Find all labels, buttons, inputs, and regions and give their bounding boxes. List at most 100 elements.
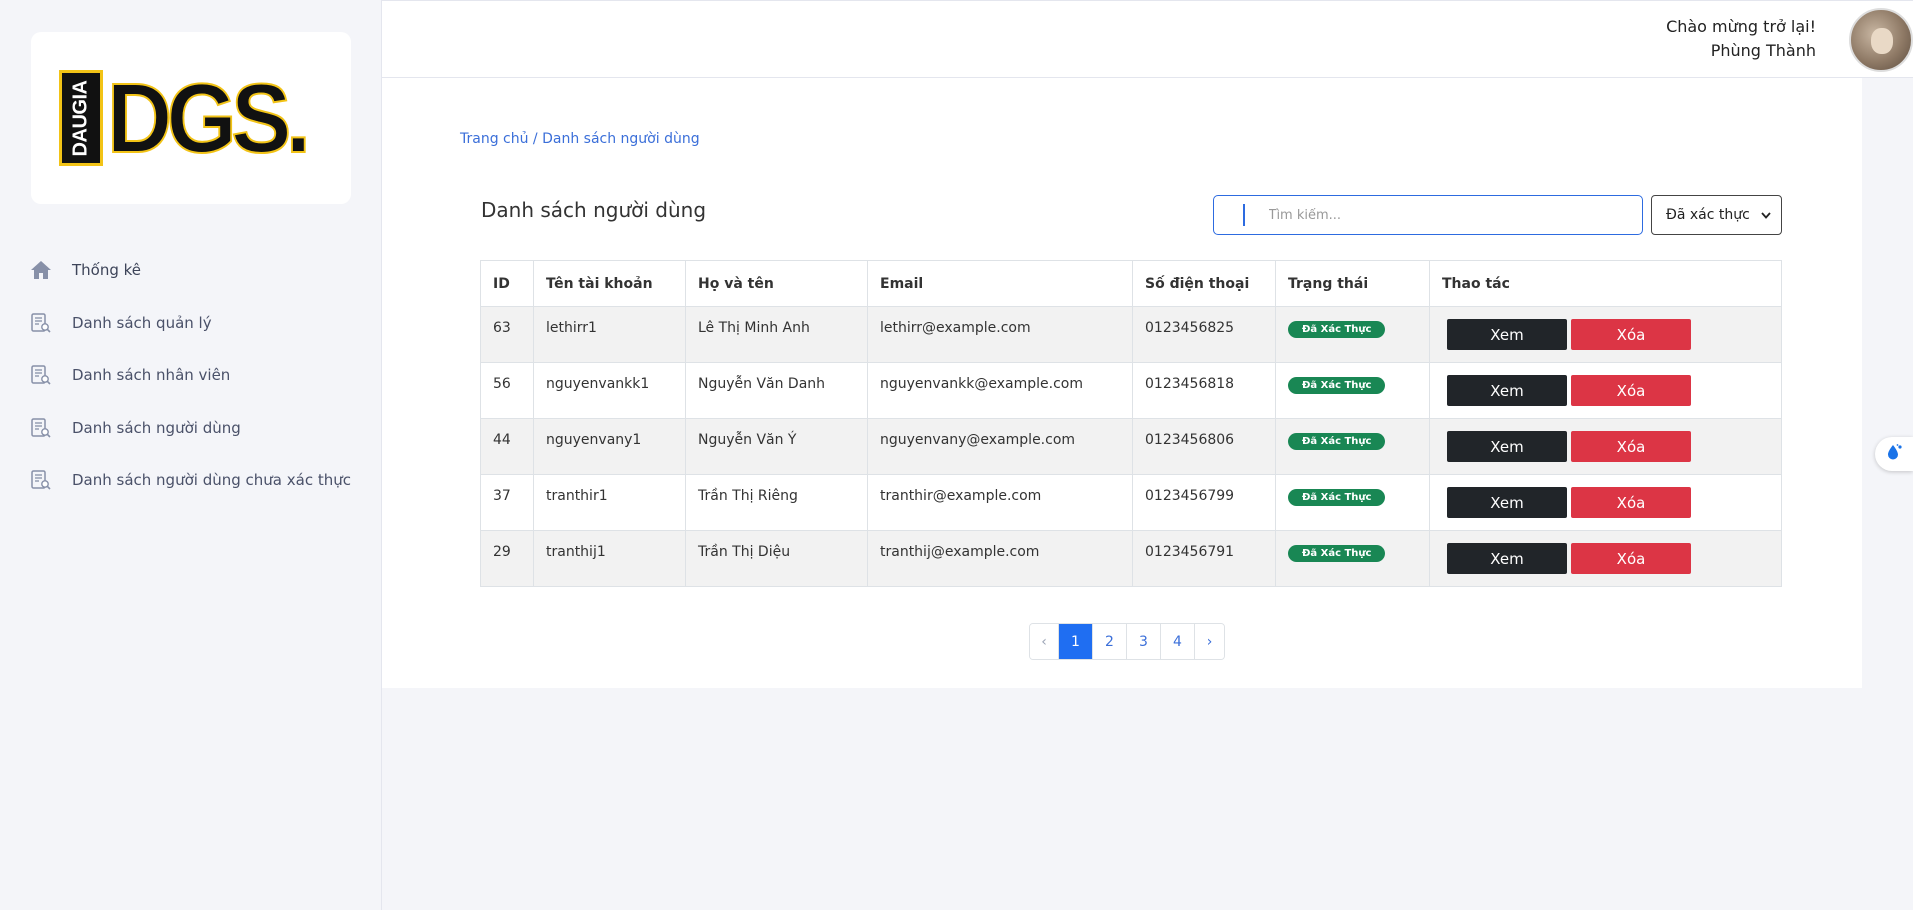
list-search-icon bbox=[30, 312, 52, 334]
logo-card[interactable]: DAUGIA DGS. bbox=[31, 32, 351, 204]
sidebar-item-label: Danh sách quản lý bbox=[72, 313, 212, 332]
column-header-actions: Thao tác bbox=[1429, 260, 1782, 307]
logo-main-text: DGS. bbox=[106, 63, 312, 173]
prev-page-button[interactable]: ‹ bbox=[1030, 624, 1058, 659]
droplet-icon bbox=[1884, 442, 1904, 466]
status-filter-select[interactable]: Đã xác thực bbox=[1651, 195, 1782, 235]
view-button[interactable]: Xem bbox=[1447, 431, 1567, 462]
status-badge: Đã Xác Thực bbox=[1288, 377, 1386, 394]
cell-phone: 0123456799 bbox=[1132, 474, 1276, 531]
cell-phone: 0123456806 bbox=[1132, 418, 1276, 475]
cell-status: Đã Xác Thực bbox=[1275, 418, 1430, 475]
cell-email: nguyenvany@example.com bbox=[867, 418, 1133, 475]
table-row: 29 tranthij1 Trần Thị Diệu tranthij@exam… bbox=[480, 530, 1782, 587]
welcome-greeting: Chào mừng trở lại! bbox=[1666, 17, 1816, 36]
column-header-fullname: Họ và tên bbox=[685, 260, 868, 307]
user-name: Phùng Thành bbox=[1710, 41, 1816, 60]
breadcrumb[interactable]: Trang chủ / Danh sách người dùng bbox=[460, 131, 700, 147]
page-button-3[interactable]: 3 bbox=[1126, 624, 1160, 659]
welcome-block: Chào mừng trở lại! Phùng Thành bbox=[1666, 15, 1816, 63]
column-header-username: Tên tài khoản bbox=[533, 260, 686, 307]
delete-button[interactable]: Xóa bbox=[1571, 487, 1691, 518]
sidebar-item-label: Danh sách nhân viên bbox=[72, 366, 231, 385]
cell-phone: 0123456818 bbox=[1132, 362, 1276, 419]
sidebar-item-label: Danh sách người dùng bbox=[72, 418, 241, 437]
search-box[interactable] bbox=[1213, 195, 1643, 235]
status-badge: Đã Xác Thực bbox=[1288, 545, 1386, 562]
column-header-email: Email bbox=[867, 260, 1133, 307]
list-search-icon bbox=[30, 417, 52, 439]
cell-username: lethirr1 bbox=[533, 306, 686, 363]
column-header-id: ID bbox=[480, 260, 534, 307]
cell-actions: Xem Xóa bbox=[1429, 306, 1782, 363]
search-input[interactable] bbox=[1268, 207, 1629, 223]
logo-vertical-text: DAUGIA bbox=[69, 80, 92, 156]
cell-id: 44 bbox=[480, 418, 534, 475]
top-header: Chào mừng trở lại! Phùng Thành bbox=[382, 0, 1913, 78]
text-cursor bbox=[1243, 204, 1245, 226]
status-filter-value: Đã xác thực bbox=[1666, 207, 1750, 223]
table-row: 56 nguyenvankk1 Nguyễn Văn Danh nguyenva… bbox=[480, 362, 1782, 419]
view-button[interactable]: Xem bbox=[1447, 319, 1567, 350]
logo-vertical-block: DAUGIA bbox=[59, 70, 104, 166]
cell-fullname: Nguyễn Văn Ý bbox=[685, 418, 868, 475]
pagination: ‹ 1 2 3 4 › bbox=[1029, 623, 1225, 660]
cell-username: nguyenvankk1 bbox=[533, 362, 686, 419]
floating-droplet-button[interactable] bbox=[1875, 437, 1913, 471]
chevron-down-icon bbox=[1761, 209, 1771, 222]
column-header-status: Trạng thái bbox=[1275, 260, 1430, 307]
sidebar-item-employees[interactable]: Danh sách nhân viên bbox=[0, 349, 382, 402]
delete-button[interactable]: Xóa bbox=[1571, 375, 1691, 406]
page-title: Danh sách người dùng bbox=[481, 198, 707, 222]
status-badge: Đã Xác Thực bbox=[1288, 433, 1386, 450]
sidebar-nav: Thống kê Danh sách quản lý Danh sách nhâ… bbox=[0, 244, 382, 507]
next-page-button[interactable]: › bbox=[1194, 624, 1224, 659]
page-button-1[interactable]: 1 bbox=[1058, 624, 1092, 659]
status-badge: Đã Xác Thực bbox=[1288, 489, 1386, 506]
sidebar-item-users[interactable]: Danh sách người dùng bbox=[0, 402, 382, 455]
table-row: 44 nguyenvany1 Nguyễn Văn Ý nguyenvany@e… bbox=[480, 418, 1782, 475]
column-header-phone: Số điện thoại bbox=[1132, 260, 1276, 307]
list-search-icon bbox=[30, 469, 52, 491]
users-table: ID Tên tài khoản Họ và tên Email Số điện… bbox=[480, 260, 1782, 587]
table-header-row: ID Tên tài khoản Họ và tên Email Số điện… bbox=[480, 260, 1782, 307]
sidebar-item-unverified-users[interactable]: Danh sách người dùng chưa xác thực bbox=[0, 454, 382, 507]
cell-email: tranthij@example.com bbox=[867, 530, 1133, 587]
cell-id: 63 bbox=[480, 306, 534, 363]
cell-fullname: Nguyễn Văn Danh bbox=[685, 362, 868, 419]
cell-actions: Xem Xóa bbox=[1429, 530, 1782, 587]
main-content: Trang chủ / Danh sách người dùng Danh sá… bbox=[382, 78, 1862, 688]
cell-status: Đã Xác Thực bbox=[1275, 530, 1430, 587]
avatar[interactable] bbox=[1849, 8, 1913, 72]
cell-id: 29 bbox=[480, 530, 534, 587]
sidebar-item-managers[interactable]: Danh sách quản lý bbox=[0, 297, 382, 350]
cell-email: nguyenvankk@example.com bbox=[867, 362, 1133, 419]
page-button-4[interactable]: 4 bbox=[1160, 624, 1194, 659]
cell-username: tranthij1 bbox=[533, 530, 686, 587]
cell-fullname: Trần Thị Riêng bbox=[685, 474, 868, 531]
view-button[interactable]: Xem bbox=[1447, 487, 1567, 518]
page-button-2[interactable]: 2 bbox=[1092, 624, 1126, 659]
cell-status: Đã Xác Thực bbox=[1275, 362, 1430, 419]
sidebar-item-statistics[interactable]: Thống kê bbox=[0, 244, 382, 297]
status-badge: Đã Xác Thực bbox=[1288, 321, 1386, 338]
sidebar-item-label: Danh sách người dùng chưa xác thực bbox=[72, 471, 351, 490]
delete-button[interactable]: Xóa bbox=[1571, 319, 1691, 350]
view-button[interactable]: Xem bbox=[1447, 543, 1567, 574]
cell-email: lethirr@example.com bbox=[867, 306, 1133, 363]
sidebar-item-label: Thống kê bbox=[72, 261, 142, 280]
cell-username: nguyenvany1 bbox=[533, 418, 686, 475]
cell-status: Đã Xác Thực bbox=[1275, 306, 1430, 363]
cell-fullname: Lê Thị Minh Anh bbox=[685, 306, 868, 363]
table-row: 63 lethirr1 Lê Thị Minh Anh lethirr@exam… bbox=[480, 306, 1782, 363]
delete-button[interactable]: Xóa bbox=[1571, 543, 1691, 574]
cell-actions: Xem Xóa bbox=[1429, 362, 1782, 419]
cell-status: Đã Xác Thực bbox=[1275, 474, 1430, 531]
cell-id: 37 bbox=[480, 474, 534, 531]
view-button[interactable]: Xem bbox=[1447, 375, 1567, 406]
cell-actions: Xem Xóa bbox=[1429, 418, 1782, 475]
list-search-icon bbox=[30, 364, 52, 386]
cell-actions: Xem Xóa bbox=[1429, 474, 1782, 531]
cell-email: tranthir@example.com bbox=[867, 474, 1133, 531]
delete-button[interactable]: Xóa bbox=[1571, 431, 1691, 462]
